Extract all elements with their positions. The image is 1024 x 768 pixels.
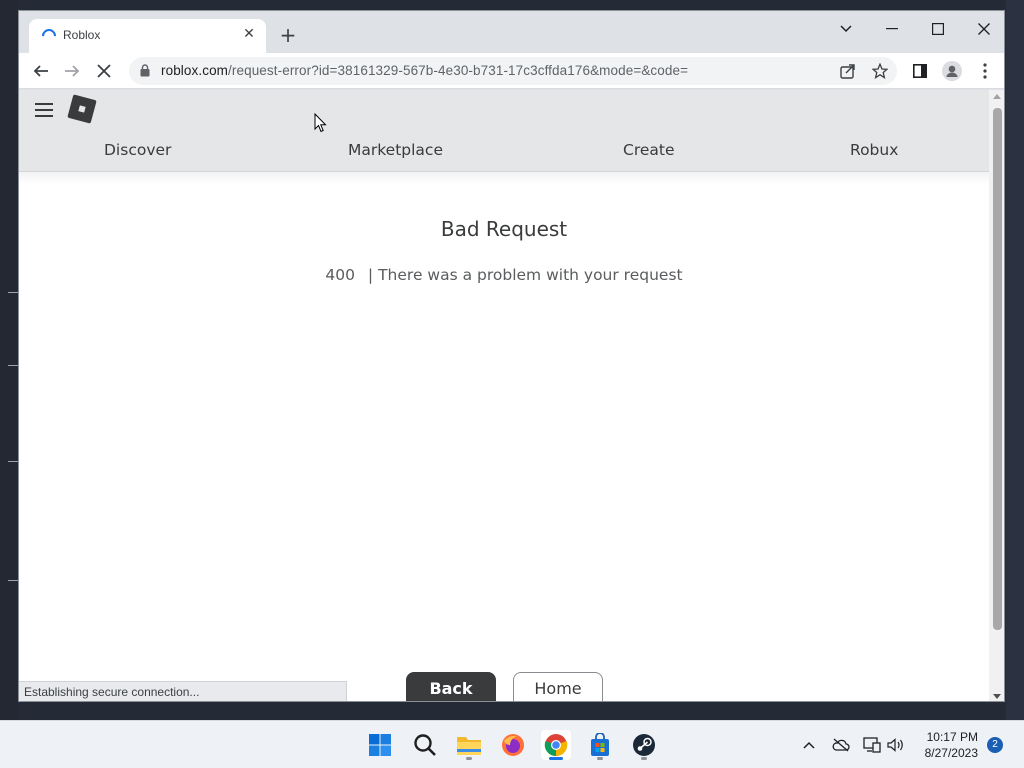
stop-loading-button[interactable] xyxy=(93,60,115,82)
arrow-right-icon xyxy=(65,65,80,77)
network-icon xyxy=(863,737,881,753)
error-message: 400 | There was a problem with your requ… xyxy=(19,266,989,284)
volume-tray[interactable] xyxy=(886,735,906,755)
volume-icon xyxy=(887,738,903,752)
taskbar-firefox[interactable] xyxy=(498,730,528,760)
nav-discover[interactable]: Discover xyxy=(104,141,171,159)
lock-icon[interactable] xyxy=(140,64,150,77)
star-icon xyxy=(872,63,888,79)
system-clock[interactable]: 10:17 PM 8/27/2023 xyxy=(925,729,978,761)
profile-avatar-icon xyxy=(942,61,962,81)
minimize-button[interactable] xyxy=(872,17,912,41)
windows-start-icon xyxy=(369,734,391,756)
loading-spinner-icon xyxy=(39,26,59,46)
taskbar-search-button[interactable] xyxy=(410,730,440,760)
site-header: Discover Marketplace Create Robux xyxy=(19,90,989,172)
taskbar-microsoft-store[interactable] xyxy=(585,730,615,760)
profile-button[interactable] xyxy=(941,60,963,82)
clock-date: 8/27/2023 xyxy=(924,746,978,760)
close-icon xyxy=(978,23,990,35)
side-panel-icon xyxy=(913,64,927,78)
steam-icon xyxy=(633,734,655,756)
desktop-right-edge xyxy=(1006,0,1024,720)
error-code: 400 xyxy=(325,266,355,284)
chevron-up-icon xyxy=(803,741,815,749)
mouse-cursor-icon xyxy=(314,113,327,133)
header-shadow xyxy=(19,172,989,184)
running-indicator xyxy=(641,757,647,760)
page-viewport: Discover Marketplace Create Robux Bad Re… xyxy=(19,90,989,701)
error-separator: | xyxy=(367,266,374,284)
maximize-icon xyxy=(932,23,944,35)
maximize-button[interactable] xyxy=(918,17,958,41)
back-nav-button[interactable] xyxy=(30,60,52,82)
running-indicator xyxy=(597,757,603,760)
background-tick xyxy=(8,580,18,581)
roblox-logo-icon[interactable] xyxy=(67,94,97,124)
address-bar[interactable]: roblox.com/request-error?id=38161329-567… xyxy=(129,57,897,85)
background-tick xyxy=(8,292,18,293)
side-panel-button[interactable] xyxy=(909,60,931,82)
share-button[interactable] xyxy=(837,60,859,82)
hamburger-menu-icon[interactable] xyxy=(35,103,53,118)
active-indicator xyxy=(549,757,563,760)
bookmark-button[interactable] xyxy=(869,60,891,82)
status-bubble: Establishing secure connection... xyxy=(19,681,347,701)
scroll-down-arrow-icon[interactable] xyxy=(993,694,1001,699)
nav-marketplace[interactable]: Marketplace xyxy=(348,141,443,159)
tab-strip: Roblox ✕ + xyxy=(19,11,1004,53)
desktop-left-edge xyxy=(0,0,18,720)
browser-menu-button[interactable] xyxy=(974,60,996,82)
search-icon xyxy=(414,734,436,756)
more-vertical-icon xyxy=(983,63,987,79)
nav-create[interactable]: Create xyxy=(623,141,675,159)
minimize-icon xyxy=(886,28,898,30)
taskbar: 10:17 PM 8/27/2023 2 xyxy=(0,720,1024,768)
error-description: There was a problem with your request xyxy=(378,266,683,284)
browser-toolbar: roblox.com/request-error?id=38161329-567… xyxy=(19,53,1004,89)
onedrive-tray[interactable] xyxy=(831,735,851,755)
network-tray[interactable] xyxy=(862,735,882,755)
tab-roblox[interactable]: Roblox ✕ xyxy=(29,19,266,53)
new-tab-button[interactable]: + xyxy=(277,25,299,47)
stop-icon xyxy=(97,64,111,78)
background-tick xyxy=(8,461,18,462)
tab-close-icon[interactable]: ✕ xyxy=(240,25,258,43)
start-button[interactable] xyxy=(365,730,395,760)
url-path: /request-error?id=38161329-567b-4e30-b73… xyxy=(228,63,689,78)
background-tick xyxy=(8,365,18,366)
tab-search-button[interactable] xyxy=(826,17,866,41)
file-explorer-icon xyxy=(457,737,481,755)
close-window-button[interactable] xyxy=(964,17,1004,41)
firefox-icon xyxy=(502,734,524,756)
home-button[interactable]: Home xyxy=(513,672,603,701)
share-icon xyxy=(840,64,855,79)
taskbar-file-explorer[interactable] xyxy=(454,730,484,760)
taskbar-chrome[interactable] xyxy=(541,730,571,760)
error-title: Bad Request xyxy=(440,217,568,241)
vertical-scrollbar[interactable] xyxy=(989,90,1004,701)
arrow-left-icon xyxy=(33,65,48,77)
chrome-icon xyxy=(544,734,568,757)
url-host: roblox.com xyxy=(161,63,229,78)
scroll-up-arrow-icon[interactable] xyxy=(993,94,1001,99)
nav-robux[interactable]: Robux xyxy=(850,141,898,159)
url-text: roblox.com/request-error?id=38161329-567… xyxy=(161,63,688,78)
taskbar-steam[interactable] xyxy=(629,730,659,760)
running-indicator xyxy=(466,757,472,760)
browser-window: Roblox ✕ + roblox.com/request-error?id=3… xyxy=(18,10,1005,702)
forward-nav-button[interactable] xyxy=(61,60,83,82)
cloud-offline-icon xyxy=(832,738,850,752)
scroll-thumb[interactable] xyxy=(993,108,1002,630)
tab-title: Roblox xyxy=(63,28,101,42)
microsoft-store-icon xyxy=(591,733,609,756)
notification-badge[interactable]: 2 xyxy=(987,737,1003,753)
chevron-down-icon xyxy=(840,25,852,33)
back-button[interactable]: Back xyxy=(406,672,496,701)
show-hidden-icons-button[interactable] xyxy=(799,735,819,755)
clock-time: 10:17 PM xyxy=(926,730,978,744)
